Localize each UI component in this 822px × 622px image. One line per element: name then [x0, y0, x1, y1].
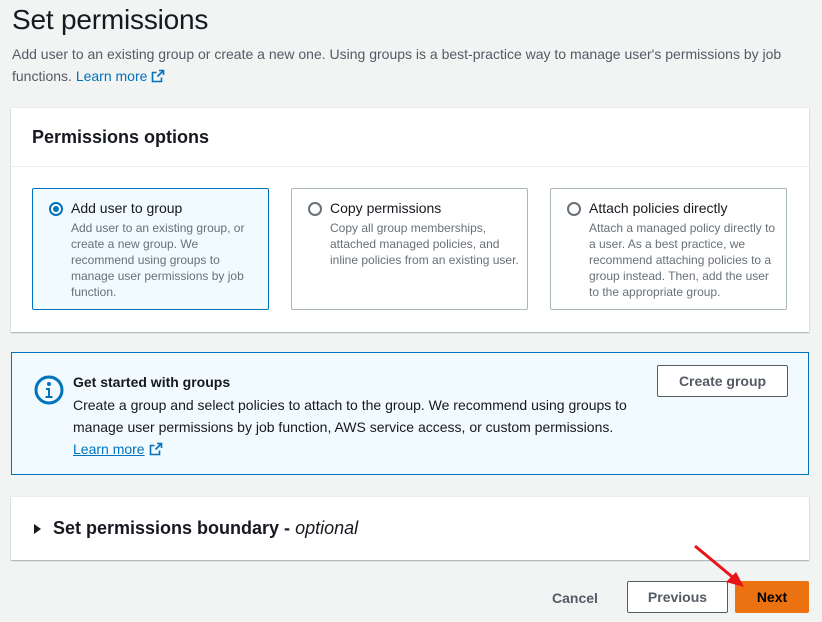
page-description: Add user to an existing group or create …	[12, 43, 812, 87]
option-add-user-to-group[interactable]: Add user to group Add user to an existin…	[32, 188, 269, 310]
external-link-icon	[149, 442, 162, 456]
info-learn-more-label: Learn more	[73, 441, 145, 457]
option-label: Copy permissions	[330, 200, 442, 216]
option-copy-permissions[interactable]: Copy permissions Copy all group membersh…	[291, 188, 528, 310]
info-icon	[34, 375, 64, 405]
permissions-options-panel: Permissions options Add user to group Ad…	[11, 108, 809, 332]
radio-button[interactable]	[49, 202, 63, 216]
info-body-text: Create a group and select policies to at…	[73, 397, 627, 435]
radio-button[interactable]	[308, 202, 322, 216]
option-description: Add user to an existing group, or create…	[71, 221, 245, 299]
option-label: Add user to group	[71, 200, 183, 216]
learn-more-label: Learn more	[75, 68, 148, 84]
info-title: Get started with groups	[73, 374, 231, 390]
boundary-label-text: Set permissions boundary -	[53, 518, 296, 538]
learn-more-link[interactable]: Learn more	[76, 68, 166, 84]
optional-label: optional	[295, 518, 359, 538]
create-group-button[interactable]: Create group	[657, 365, 788, 397]
option-description: Attach a managed policy directly to a us…	[589, 221, 776, 299]
groups-info-panel: Get started with groups Create a group a…	[11, 352, 809, 475]
radio-button[interactable]	[567, 202, 581, 216]
annotation-arrow	[694, 544, 744, 587]
external-link-icon	[152, 69, 165, 83]
cancel-button[interactable]: Cancel	[540, 582, 610, 614]
option-label: Attach policies directly	[589, 200, 728, 216]
page-title: Set permissions	[12, 4, 209, 35]
info-body: Create a group and select policies to at…	[73, 394, 643, 460]
permissions-options-title: Permissions options	[11, 108, 809, 167]
option-description: Copy all group memberships, attached man…	[330, 221, 519, 267]
option-attach-policies-directly[interactable]: Attach policies directly Attach a manage…	[550, 188, 787, 310]
boundary-label: Set permissions boundary - optional	[53, 518, 358, 539]
info-learn-more-link[interactable]: Learn more	[73, 441, 145, 457]
caret-right-icon[interactable]	[33, 523, 43, 535]
